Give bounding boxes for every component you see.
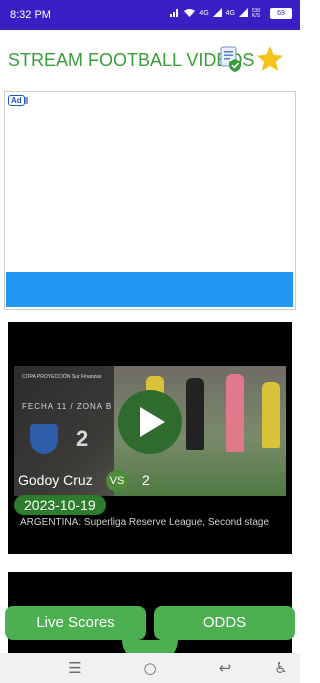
cell-signal-2-icon — [239, 8, 248, 19]
play-button[interactable] — [118, 390, 182, 454]
ad-badge: Ad — [8, 95, 25, 106]
team-crest-icon — [30, 424, 58, 454]
signal-icon — [170, 8, 180, 19]
player-figure — [226, 374, 244, 452]
star-icon[interactable] — [255, 44, 285, 74]
thumbnail-fecha: FECHA 11 / ZONA B — [22, 402, 113, 411]
competition-label: ARGENTINA: Superliga Reserve League, Sec… — [20, 517, 270, 528]
thumbnail-league: COPA PROYECCIÓN Sur Finanzas — [22, 374, 102, 380]
page-title: STREAM FOOTBALL VIDEOS — [8, 50, 255, 70]
home-icon[interactable]: ○ — [141, 659, 159, 677]
thumbnail-score: 2 — [76, 426, 89, 451]
menu-icon[interactable]: ☰ — [66, 659, 84, 677]
away-team: 2 — [142, 472, 150, 488]
ad-banner[interactable]: Ad — [4, 91, 296, 310]
status-time: 8:32 PM — [10, 9, 51, 21]
player-figure — [186, 378, 204, 450]
ad-choices-icon — [25, 97, 28, 104]
wifi-icon — [184, 8, 196, 19]
live-scores-button[interactable]: Live Scores — [5, 606, 146, 640]
accessibility-icon[interactable]: ♿ — [272, 659, 290, 677]
document-check-icon[interactable] — [220, 46, 242, 72]
play-icon — [140, 407, 165, 437]
network-1-label: 4G — [199, 10, 209, 17]
network-2-label: 4G — [225, 10, 235, 17]
network-speed: 530 K/S — [252, 7, 261, 19]
status-bar: 8:32 PM 4G 4G 530 K/S 69 — [0, 0, 300, 30]
home-team: Godoy Cruz — [18, 472, 93, 488]
odds-button[interactable]: ODDS — [154, 606, 295, 640]
system-nav-bar: ☰ ○ ↩ ♿ — [0, 653, 300, 683]
back-icon[interactable]: ↩ — [216, 659, 234, 677]
cell-signal-icon — [212, 8, 222, 19]
app-header: STREAM FOOTBALL VIDEOS — [0, 30, 300, 90]
vs-badge: VS — [106, 470, 128, 492]
battery-icon: 69 — [270, 8, 292, 19]
status-icons: 4G 4G 530 K/S 69 — [170, 8, 292, 19]
ad-cta-bar[interactable] — [6, 272, 293, 307]
match-card[interactable]: COPA PROYECCIÓN Sur Finanzas FECHA 11 / … — [8, 322, 292, 554]
match-date: 2023-10-19 — [14, 495, 106, 515]
player-figure — [262, 382, 280, 448]
